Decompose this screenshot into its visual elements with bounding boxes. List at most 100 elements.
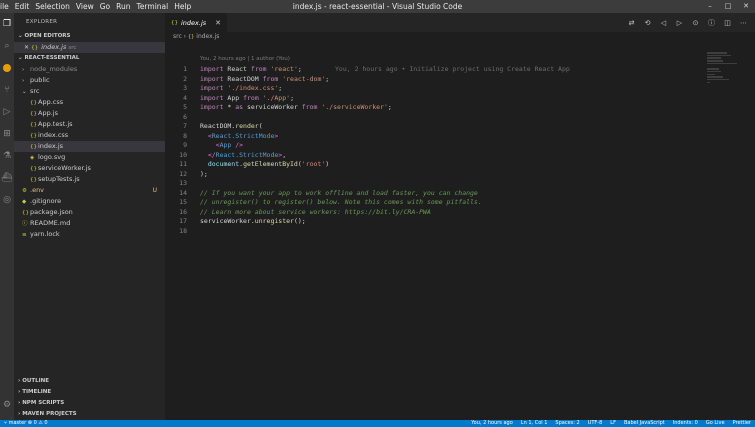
breadcrumb-file[interactable]: index.js	[196, 33, 219, 40]
menu-file[interactable]: ile	[0, 2, 9, 11]
file-name: README.md	[30, 219, 71, 227]
file-item[interactable]: ◈ logo.svg	[14, 152, 165, 163]
git-status-badge: U	[152, 187, 157, 194]
maven-projects-label: MAVEN PROJECTS	[22, 411, 77, 417]
status-eol[interactable]: LF	[610, 420, 616, 427]
test-icon[interactable]: ⚗	[0, 145, 14, 167]
file-item[interactable]: ≡ yarn.lock	[14, 229, 165, 240]
file-name: logo.svg	[38, 153, 66, 161]
menu-selection[interactable]: Selection	[35, 2, 70, 11]
window-controls: – □ ✕	[701, 0, 755, 13]
js-file-icon: {}	[187, 34, 195, 40]
status-bar: ⑂ master ⊗ 0 ⚠ 0 You, 2 hours ago Ln 1, …	[0, 420, 755, 427]
maximize-button[interactable]: □	[719, 0, 737, 13]
file-item[interactable]: {}setupTests.js	[14, 174, 165, 185]
npm-scripts-label: NPM SCRIPTS	[22, 400, 65, 406]
menu-bar: ile Edit Selection View Go Run Terminal …	[0, 2, 191, 11]
next-change-icon[interactable]: ▷	[674, 19, 685, 27]
file-item[interactable]: {}serviceWorker.js	[14, 163, 165, 174]
status-right-items: You, 2 hours ago Ln 1, Col 1 Spaces: 2 U…	[471, 420, 751, 427]
file-name: public	[30, 76, 50, 84]
file-tree: › node_modules › public ⌄ src {}App.css {}App.j…	[14, 64, 165, 240]
docker-icon[interactable]: ⛴	[0, 167, 14, 189]
file-item[interactable]: ◆ .gitignore	[14, 196, 165, 207]
status-go-live[interactable]: Go Live	[706, 420, 725, 427]
go-back-icon[interactable]: ⟲	[642, 19, 653, 27]
file-name: setupTests.js	[38, 175, 80, 183]
minimap[interactable]	[707, 52, 743, 92]
file-name: .gitignore	[30, 197, 62, 205]
npm-scripts-section[interactable]: › NPM SCRIPTS	[14, 398, 165, 409]
folder-item[interactable]: › node_modules	[14, 64, 165, 75]
code-line: 6	[183, 112, 187, 121]
open-editor-item[interactable]: ✕ {} index.js src	[14, 42, 165, 53]
file-item[interactable]: {}package.json	[14, 207, 165, 218]
outline-label: OUTLINE	[22, 378, 49, 384]
folder-item[interactable]: ⌄ src	[14, 86, 165, 97]
more-actions-icon[interactable]: ⋯	[738, 19, 749, 27]
split-editor-icon[interactable]: ◫	[722, 19, 733, 27]
status-indentation[interactable]: Spaces: 2	[555, 420, 579, 427]
extensions-icon[interactable]: ⊞	[0, 123, 14, 145]
sidebar-bottom-sections: › OUTLINE › TIMELINE › NPM SCRIPTS › MAV…	[14, 376, 165, 420]
codelens-blame[interactable]: You, 2 hours ago | 1 author (You)	[200, 56, 290, 62]
status-prettier[interactable]: Prettier	[733, 420, 751, 427]
source-control-icon[interactable]: ⑂	[0, 79, 14, 101]
remote-icon[interactable]: ◎	[0, 189, 14, 211]
file-name: serviceWorker.js	[38, 164, 91, 172]
tab-index-js[interactable]: {} index.js ✕	[165, 13, 227, 32]
maven-projects-section[interactable]: › MAVEN PROJECTS	[14, 409, 165, 420]
folder-item[interactable]: › public	[14, 75, 165, 86]
file-item[interactable]: {}App.css	[14, 97, 165, 108]
run-debug-icon[interactable]: ▷	[0, 101, 14, 123]
status-language[interactable]: Babel JavaScript	[624, 420, 665, 427]
open-changes-icon[interactable]: ⊙	[690, 19, 701, 27]
menu-run[interactable]: Run	[116, 2, 130, 11]
open-editors-header[interactable]: ⌄ OPEN EDITORS	[14, 31, 165, 42]
timeline-section[interactable]: › TIMELINE	[14, 387, 165, 398]
menu-edit[interactable]: Edit	[15, 2, 30, 11]
file-item[interactable]: {}App.js	[14, 108, 165, 119]
close-icon[interactable]: ✕	[24, 44, 29, 51]
timeline-label: TIMELINE	[22, 389, 52, 395]
open-editor-path: src	[68, 45, 77, 51]
files-icon[interactable]: ❐	[0, 13, 14, 35]
menu-go[interactable]: Go	[100, 2, 110, 11]
status-indents[interactable]: Indents: 0	[673, 420, 698, 427]
breadcrumb-folder[interactable]: src	[173, 33, 182, 40]
file-item[interactable]: ⚙ .env U	[14, 185, 165, 196]
compare-icon[interactable]: ⇄	[626, 19, 637, 27]
inline-blame: You, 2 hours ago • Initialize project us…	[335, 65, 570, 73]
status-branch[interactable]: ⑂ master ⊗ 0 ⚠ 0	[4, 420, 48, 427]
menu-help[interactable]: Help	[174, 2, 191, 11]
menu-view[interactable]: View	[76, 2, 94, 11]
file-name: App.test.js	[38, 120, 73, 128]
file-name: App.js	[38, 109, 58, 117]
status-cursor-position[interactable]: Ln 1, Col 1	[521, 420, 548, 427]
project-header[interactable]: ⌄ REACT-ESSENTIAL	[14, 53, 165, 64]
code-line: 1 import React from 'react'; You, 2 hours …	[183, 65, 570, 73]
close-tab-icon[interactable]: ✕	[215, 19, 221, 27]
history-icon[interactable]	[0, 57, 14, 79]
explorer-title: EXPLORER	[26, 19, 58, 25]
menu-terminal[interactable]: Terminal	[137, 2, 169, 11]
settings-gear-icon[interactable]: ⚙	[0, 394, 14, 416]
file-item[interactable]: ⓘ README.md	[14, 218, 165, 229]
file-name: index.js	[38, 142, 64, 150]
info-icon[interactable]: ⓘ	[706, 18, 717, 28]
code-editor[interactable]: 1 import React from 'react'; You, 2 hours …	[165, 65, 570, 236]
file-item[interactable]: {}App.test.js	[14, 119, 165, 130]
previous-change-icon[interactable]: ◁	[658, 19, 669, 27]
code-line: 10 </React.StrictMode>,	[179, 150, 287, 159]
close-window-button[interactable]: ✕	[737, 0, 755, 13]
status-encoding[interactable]: UTF-8	[588, 420, 603, 427]
search-icon[interactable]: ⌕	[0, 35, 14, 57]
file-item[interactable]: {}index.css	[14, 130, 165, 141]
code-line: 8 <React.StrictMode>	[183, 131, 279, 140]
code-line: 17 serviceWorker.unregister();	[179, 217, 306, 225]
minimize-button[interactable]: –	[701, 0, 719, 13]
outline-section[interactable]: › OUTLINE	[14, 376, 165, 387]
file-item[interactable]: {}index.js	[14, 141, 165, 152]
status-blame[interactable]: You, 2 hours ago	[471, 420, 513, 427]
file-name: App.css	[38, 98, 64, 106]
